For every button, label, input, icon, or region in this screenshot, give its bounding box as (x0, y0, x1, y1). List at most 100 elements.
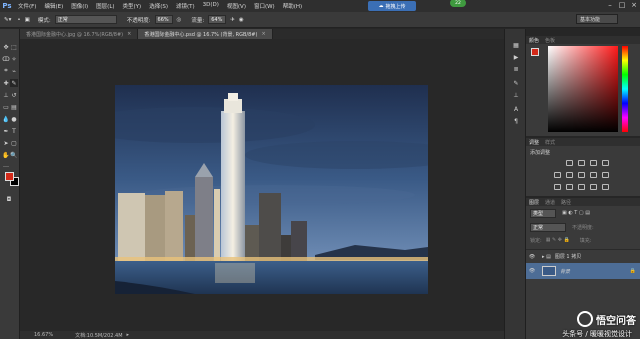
tab-paths[interactable]: 路径 (561, 199, 571, 206)
tab-color[interactable]: 颜色 (529, 37, 539, 44)
foreground-color-swatch[interactable] (5, 172, 14, 181)
tab-channels[interactable]: 通道 (545, 199, 555, 206)
visibility-eye-icon[interactable]: 👁 (526, 268, 538, 274)
eraser-icon[interactable]: ▭ (2, 103, 10, 111)
menu-item[interactable]: 视图(V) (223, 2, 250, 10)
zoom-tool-icon[interactable]: 🔍 (10, 151, 18, 159)
brush-panel-icon[interactable]: ▣ (25, 17, 30, 23)
lasso-tool-icon[interactable]: ↀ (2, 55, 10, 63)
zoom-level[interactable]: 16.67% (34, 332, 53, 338)
properties-panel-icon[interactable]: ≣ (512, 65, 520, 73)
type-tool-icon[interactable]: T (10, 127, 18, 135)
document-image[interactable] (115, 85, 428, 294)
shape-tool-icon[interactable]: ▢ (10, 139, 18, 147)
quick-mask-icon[interactable]: ◘ (5, 195, 13, 203)
visibility-eye-icon[interactable]: 👁 (526, 254, 538, 260)
blur-tool-icon[interactable]: 💧 (2, 115, 10, 123)
threshold-icon[interactable] (578, 184, 585, 190)
menu-item[interactable]: 3D(D) (199, 2, 223, 10)
hue-slider[interactable] (622, 46, 628, 132)
airbrush-icon[interactable]: ✈ (230, 17, 235, 23)
healing-brush-icon[interactable]: ✚ (2, 79, 10, 87)
menu-item[interactable]: 帮助(H) (279, 2, 306, 10)
hand-tool-icon[interactable]: ✋ (2, 151, 10, 159)
vibrance-icon[interactable] (554, 172, 561, 178)
selective-color-icon[interactable] (602, 184, 609, 190)
notification-badge[interactable]: 22 (450, 0, 466, 7)
black-white-icon[interactable] (590, 172, 597, 178)
layer-filter-select[interactable]: 类型 (530, 208, 556, 218)
posterize-icon[interactable] (566, 184, 573, 190)
minimize-icon[interactable]: – (604, 0, 616, 10)
status-bar: 16.67% 文档:10.5M/202.4M ▸ (20, 331, 504, 339)
crop-tool-icon[interactable]: ⌗ (2, 67, 10, 75)
brush-tool-icon[interactable]: ✎ (10, 79, 18, 87)
menu-item[interactable]: 图像(I) (67, 2, 92, 10)
color-balance-icon[interactable] (578, 172, 585, 178)
paragraph-panel-icon[interactable]: ¶ (512, 117, 520, 125)
character-panel-icon[interactable]: A (512, 105, 520, 113)
menu-item[interactable]: 窗口(W) (250, 2, 279, 10)
magic-wand-icon[interactable]: ✧ (10, 55, 18, 63)
flow-input[interactable]: 64% (208, 15, 227, 24)
collapsed-panels: ▦ ▶ ≣ ✎ ⊥ A ¶ (504, 29, 526, 339)
gradient-map-icon[interactable] (590, 184, 597, 190)
clone-stamp-icon[interactable]: ⊥ (2, 91, 10, 99)
menu-item[interactable]: 图层(L) (92, 2, 118, 10)
history-brush-icon[interactable]: ↺ (10, 91, 18, 99)
gradient-icon[interactable]: ▤ (10, 103, 18, 111)
tab-styles[interactable]: 样式 (545, 139, 555, 146)
path-select-icon[interactable]: ➤ (2, 139, 10, 147)
maximize-icon[interactable]: □ (616, 0, 628, 10)
close-icon[interactable]: × (628, 0, 640, 10)
menu-item[interactable]: 滤镜(T) (172, 2, 199, 10)
dodge-tool-icon[interactable]: ● (10, 115, 18, 123)
tab-layers[interactable]: 图层 (529, 199, 539, 206)
eyedropper-icon[interactable]: ⌁ (10, 67, 18, 75)
brush-panel-icon[interactable]: ✎ (512, 79, 520, 87)
pressure-size-icon[interactable]: ◉ (239, 17, 244, 23)
move-tool-icon[interactable]: ✥ (2, 43, 10, 51)
brush-size-icon[interactable]: • (17, 17, 20, 23)
tab-swatches[interactable]: 色板 (545, 37, 555, 44)
history-panel-icon[interactable]: ▦ (512, 41, 520, 49)
tab-close-icon[interactable]: × (261, 31, 265, 37)
tab-close-icon[interactable]: × (127, 31, 131, 37)
marquee-tool-icon[interactable]: ⬚ (10, 43, 18, 51)
pressure-opacity-icon[interactable]: ◎ (177, 17, 182, 23)
photo-filter-icon[interactable] (602, 172, 609, 178)
workspace-select[interactable]: 基本功能 (576, 14, 618, 24)
foreground-swatch[interactable] (531, 48, 539, 56)
brush-preset-icon[interactable]: ✎▾ (4, 17, 11, 23)
brightness-icon[interactable] (566, 160, 573, 166)
actions-panel-icon[interactable]: ▶ (512, 53, 520, 61)
status-arrow-icon[interactable]: ▸ (127, 332, 130, 338)
filter-icons[interactable]: ▣ ◐ T ▢ ▤ (562, 210, 590, 216)
color-picker-field[interactable] (548, 46, 618, 132)
tab-document-psd[interactable]: 香港国际金融中心.psd @ 16.7% (背景, RGB/8#) × (138, 29, 273, 39)
levels-icon[interactable] (578, 160, 585, 166)
upload-button-label: 拖拽上传 (385, 3, 406, 10)
tab-adjustments[interactable]: 调整 (529, 139, 539, 146)
more-tools-icon[interactable]: … (2, 161, 10, 169)
curves-icon[interactable] (590, 160, 597, 166)
exposure-icon[interactable] (602, 160, 609, 166)
menu-item[interactable]: 选择(S) (145, 2, 172, 10)
invert-icon[interactable] (554, 184, 561, 190)
layer-row-background[interactable]: 👁 背景 🔒 (526, 263, 640, 279)
mode-select[interactable]: 正常 (54, 15, 117, 24)
menu-item[interactable]: 类型(Y) (119, 2, 146, 10)
clone-source-icon[interactable]: ⊥ (512, 91, 520, 99)
hue-saturation-icon[interactable] (566, 172, 573, 178)
pen-tool-icon[interactable]: ✒ (2, 127, 10, 135)
layer-row-copy[interactable]: 👁 ▸ ▤ 图层 1 拷贝 (526, 249, 640, 263)
upload-button[interactable]: ☁ 拖拽上传 (368, 1, 416, 11)
menu-item[interactable]: 文件(F) (14, 2, 40, 10)
tab-document-jpg[interactable]: 香港国际金融中心.jpg @ 16.7%(RGB/8#) × (20, 29, 139, 39)
opacity-input[interactable]: 66% (154, 15, 173, 24)
menu-item[interactable]: 编辑(E) (40, 2, 67, 10)
layer-opacity-label: 不透明度: (572, 224, 594, 231)
lock-icons[interactable]: ▦ ✎ ✥ 🔒 (546, 237, 570, 243)
opacity-label: 不透明度: (126, 17, 151, 24)
blend-mode-select[interactable]: 正常 (530, 222, 566, 232)
